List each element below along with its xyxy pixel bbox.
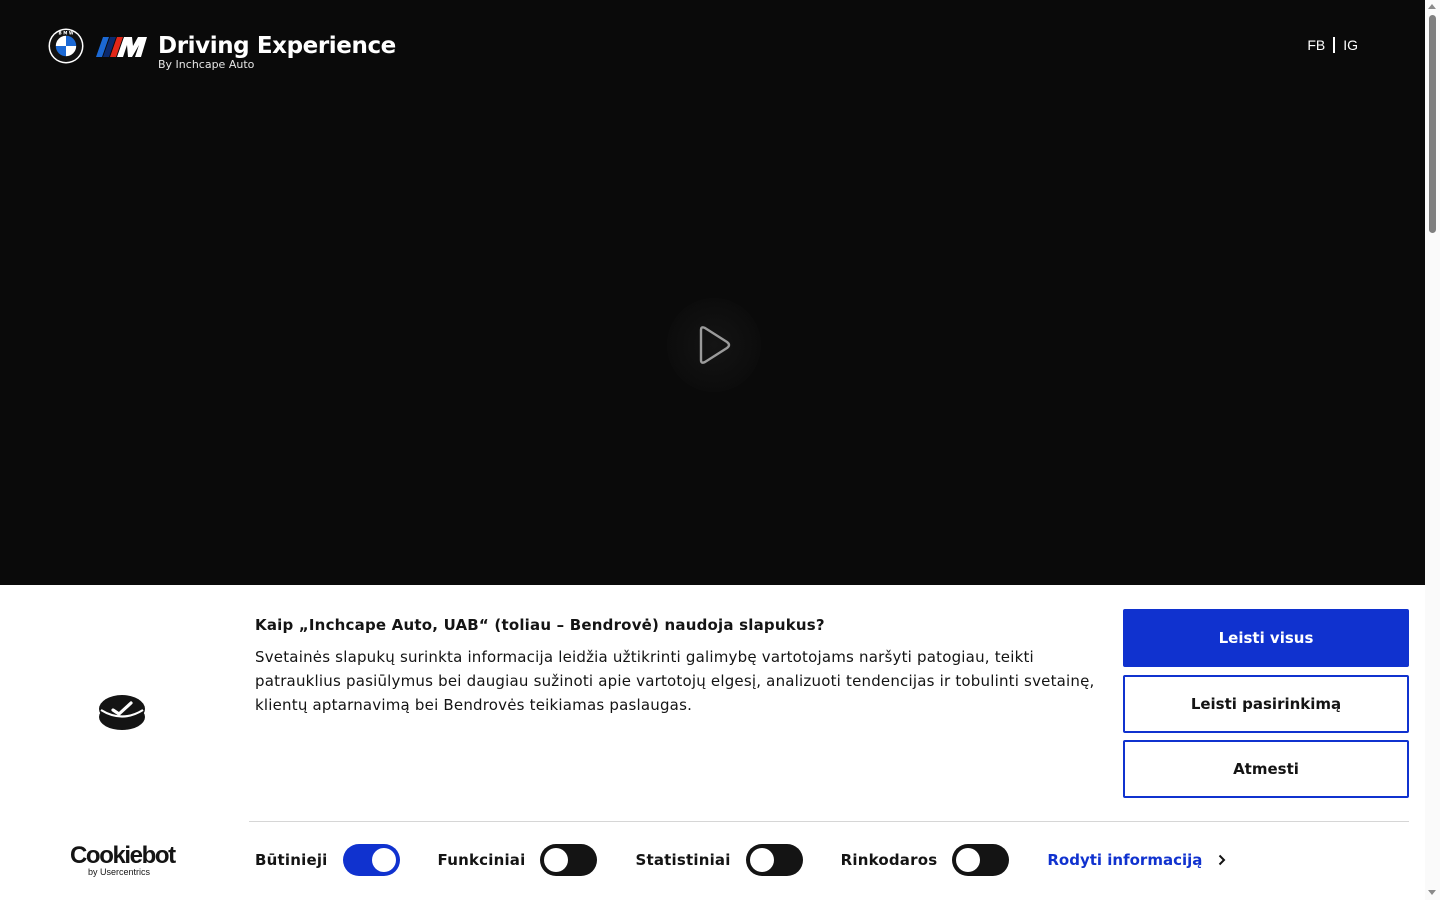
show-details-link[interactable]: Rodyti informaciją: [1047, 851, 1226, 869]
toggle-preferences[interactable]: Funkciniai: [438, 844, 598, 876]
allow-selection-button[interactable]: Leisti pasirinkimą: [1123, 675, 1409, 733]
bmw-logo-icon: B M W: [48, 28, 84, 64]
social-divider: [1333, 37, 1336, 53]
scroll-down-arrow-icon[interactable]: [1428, 890, 1436, 895]
toggle-label: Rinkodaros: [840, 851, 938, 869]
social-links: FB IG: [1307, 37, 1358, 53]
scrollbar[interactable]: [1425, 0, 1440, 900]
cookiebot-logo-icon: [99, 695, 145, 730]
instagram-link[interactable]: IG: [1343, 37, 1358, 53]
show-details-label: Rodyti informaciją: [1047, 851, 1203, 869]
switch-knob: [749, 848, 774, 872]
toggle-statistics[interactable]: Statistiniai: [635, 844, 803, 876]
facebook-link[interactable]: FB: [1307, 37, 1325, 53]
toggle-label: Būtinieji: [255, 851, 328, 869]
m-logo-icon: [96, 37, 147, 57]
marketing-switch[interactable]: [952, 844, 1010, 876]
preferences-switch[interactable]: [540, 844, 598, 876]
scroll-up-arrow-icon[interactable]: [1428, 4, 1436, 9]
toggle-label: Statistiniai: [635, 851, 731, 869]
switch-knob: [371, 848, 396, 872]
hero-video[interactable]: B M W Driving Experience By Inchcape Aut…: [0, 0, 1425, 585]
cookiebot-brand[interactable]: Cookiebot by Usercentrics: [70, 842, 176, 878]
switch-knob: [956, 848, 981, 872]
toggle-marketing[interactable]: Rinkodaros: [841, 844, 1010, 876]
play-button[interactable]: [667, 298, 761, 392]
cookie-banner: Cookiebot by Usercentrics Kaip „Inchcape…: [0, 585, 1425, 900]
svg-text:B M W: B M W: [59, 30, 74, 35]
scroll-thumb[interactable]: [1429, 15, 1436, 233]
brand-text: Driving Experience By Inchcape Auto: [158, 28, 396, 71]
toggle-label: Funkciniai: [437, 851, 526, 869]
switch-knob: [544, 848, 569, 872]
necessary-switch[interactable]: [342, 844, 400, 876]
statistics-switch[interactable]: [745, 844, 803, 876]
toggle-necessary[interactable]: Būtinieji: [255, 844, 400, 876]
allow-all-button[interactable]: Leisti visus: [1123, 609, 1409, 667]
cookie-description: Svetainės slapukų surinkta informacija l…: [255, 648, 1095, 714]
cookiebot-brand-name: Cookiebot: [70, 842, 176, 869]
play-icon: [699, 326, 731, 364]
cookie-title: Kaip „Inchcape Auto, UAB“ (toliau – Bend…: [255, 616, 825, 634]
chevron-right-icon: [1219, 854, 1226, 866]
consent-toggles: Būtinieji Funkciniai Statistiniai Rinkod…: [255, 844, 1226, 876]
deny-button[interactable]: Atmesti: [1123, 740, 1409, 798]
site-logo[interactable]: B M W Driving Experience By Inchcape Aut…: [48, 28, 396, 71]
banner-divider: [249, 821, 1409, 822]
